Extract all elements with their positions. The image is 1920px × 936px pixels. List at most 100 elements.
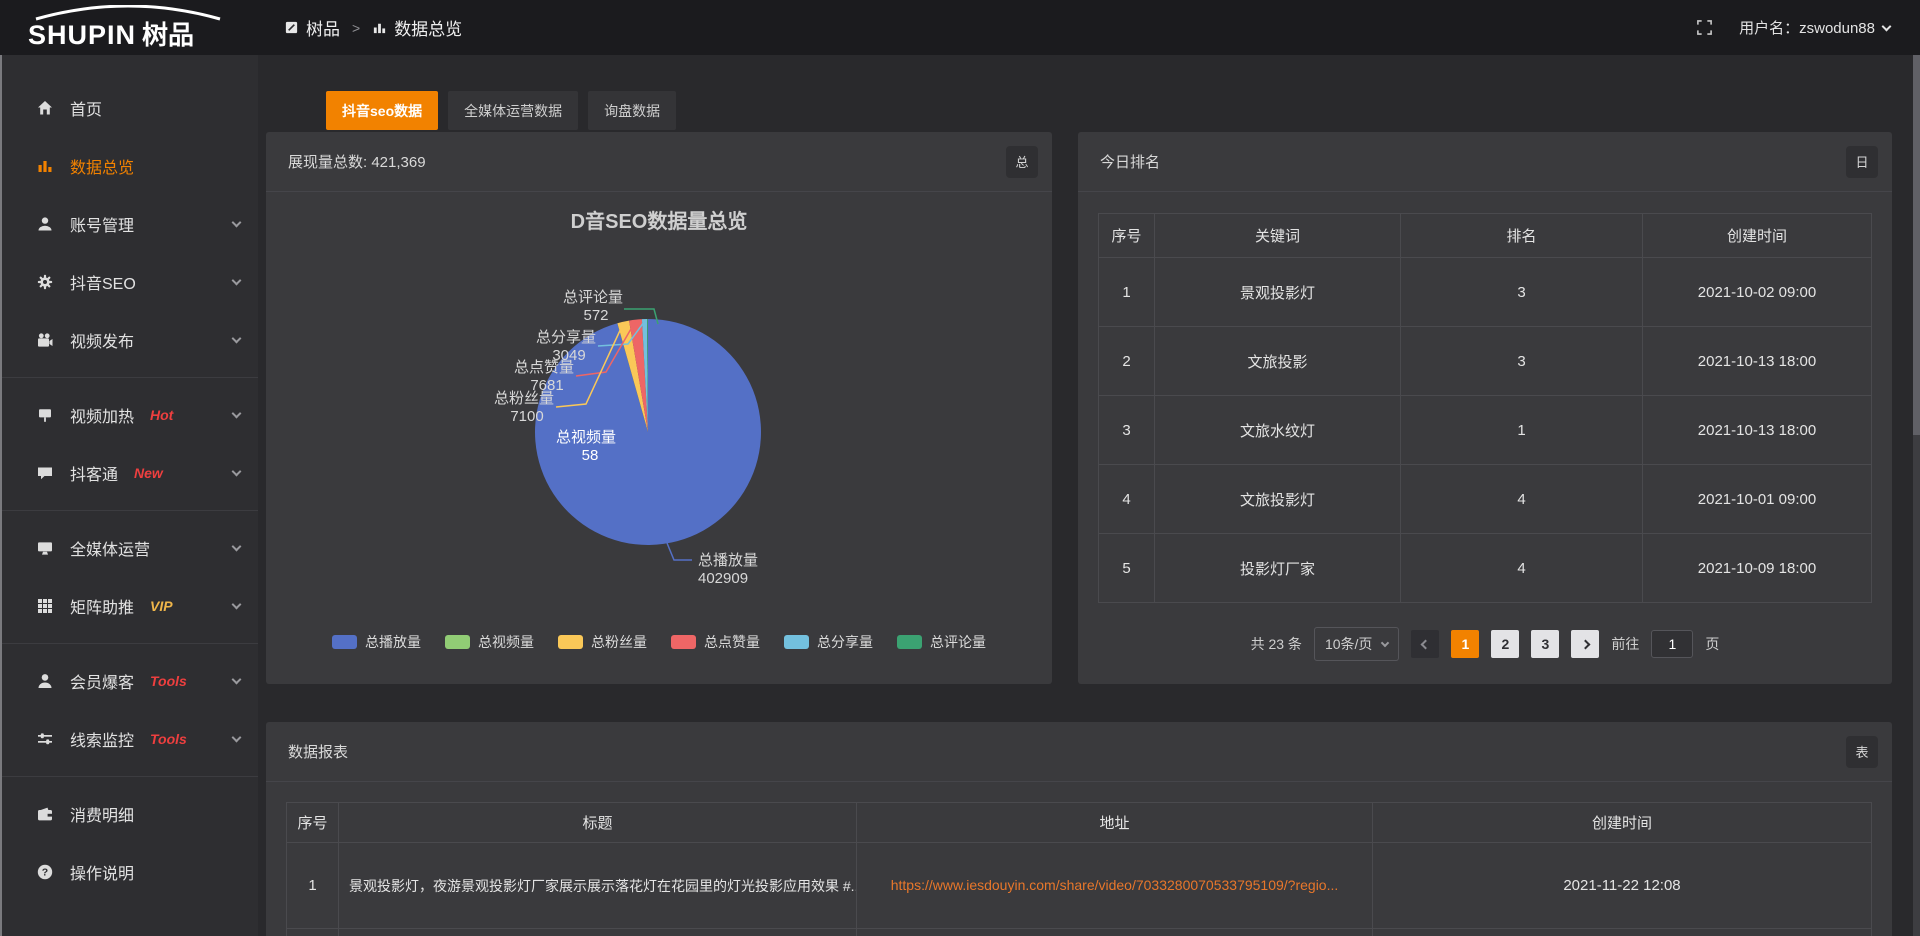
breadcrumb-current[interactable]: 数据总览 xyxy=(372,15,462,40)
pagination: 共 23 条 10条/页 1 2 3 前往 页 xyxy=(1078,627,1892,661)
table-view-badge[interactable]: 表 xyxy=(1846,736,1878,768)
total-count-label: 共 23 条 xyxy=(1251,634,1302,654)
pie-label-comments-name: 总评论量 xyxy=(563,289,623,306)
leader-line-play xyxy=(667,543,692,560)
new-badge: New xyxy=(134,465,163,481)
sidebar-divider xyxy=(2,510,258,511)
legend-item-video[interactable]: 总视频量 xyxy=(445,632,534,652)
page-button-2[interactable]: 2 xyxy=(1491,630,1519,658)
overview-panel-header: 展现量总数: 421,369 总 xyxy=(266,132,1052,192)
page-button-1[interactable]: 1 xyxy=(1451,630,1479,658)
tab-inquiry-data[interactable]: 询盘数据 xyxy=(588,91,676,130)
sidebar-item-member-explode[interactable]: 会员爆客 Tools xyxy=(2,652,258,710)
username-label: 用户名：zswodun88 xyxy=(1739,17,1875,38)
table-row xyxy=(287,929,1872,936)
sidebar-item-video-publish[interactable]: 视频发布 xyxy=(2,311,258,369)
prev-page-button[interactable] xyxy=(1411,630,1439,658)
bar-chart-icon xyxy=(36,157,54,175)
fullscreen-icon[interactable] xyxy=(1696,19,1713,36)
report-panel-header: 数据报表 表 xyxy=(266,722,1892,782)
page-button-3[interactable]: 3 xyxy=(1531,630,1559,658)
breadcrumb-separator: > xyxy=(352,20,360,36)
sliders-icon xyxy=(36,730,54,748)
sidebar-divider xyxy=(2,643,258,644)
report-row-link[interactable]: https://www.iesdouyin.com/share/video/70… xyxy=(891,877,1339,893)
sidebar-item-douyin-seo[interactable]: 抖音SEO xyxy=(2,253,258,311)
pie-label-video-value: 58 xyxy=(582,447,599,464)
seo-pie-chart: D音SEO数据量总览 总评论量 572 总分享量 3049 xyxy=(266,192,1052,612)
legend-item-shares[interactable]: 总分享量 xyxy=(784,632,873,652)
app-square-icon xyxy=(284,20,299,35)
legend-item-play[interactable]: 总播放量 xyxy=(332,632,421,652)
legend-item-comments[interactable]: 总评论量 xyxy=(897,632,986,652)
sidebar-item-lead-monitor[interactable]: 线索监控 Tools xyxy=(2,710,258,768)
app-logo[interactable]: SHUPIN树品 xyxy=(0,3,258,52)
goto-page-input[interactable] xyxy=(1651,630,1693,658)
pie-label-fans-value: 7100 xyxy=(510,408,543,425)
chevron-down-icon xyxy=(232,409,242,419)
gear-icon xyxy=(36,273,54,291)
daily-view-badge[interactable]: 日 xyxy=(1846,146,1878,178)
scrollbar[interactable] xyxy=(1913,55,1920,936)
legend-item-likes[interactable]: 总点赞量 xyxy=(671,632,760,652)
chevron-left-icon xyxy=(1420,639,1430,649)
sidebar-item-douketong[interactable]: 抖客通 New xyxy=(2,444,258,502)
goto-label: 前往 xyxy=(1611,634,1639,654)
topbar: SHUPIN树品 树品 > 数据总览 用户名：zswodun88 xyxy=(0,0,1920,55)
next-page-button[interactable] xyxy=(1571,630,1599,658)
scrollbar-thumb[interactable] xyxy=(1913,55,1920,435)
tab-media-operation-data[interactable]: 全媒体运营数据 xyxy=(448,91,578,130)
sidebar-item-help[interactable]: ? 操作说明 xyxy=(2,843,258,901)
hot-badge: Hot xyxy=(150,407,173,423)
chevron-down-icon xyxy=(232,276,242,286)
sidebar: 首页 数据总览 账号管理 抖音SEO 视频发布 视频加热 Hot 抖客通 New… xyxy=(0,55,258,936)
report-title: 数据报表 xyxy=(288,741,348,762)
pie-label-play-value: 402909 xyxy=(698,570,748,587)
user-menu[interactable]: 用户名：zswodun88 xyxy=(1739,17,1890,38)
table-row: 1 景观投影灯 3 2021-10-02 09:00 xyxy=(1099,258,1872,327)
sidebar-item-media-operation[interactable]: 全媒体运营 xyxy=(2,519,258,577)
bar-chart-icon xyxy=(372,20,387,35)
table-header-row: 序号 标题 地址 创建时间 xyxy=(287,803,1872,843)
goto-unit-label: 页 xyxy=(1705,634,1719,654)
svg-text:?: ? xyxy=(42,867,48,879)
chevron-down-icon xyxy=(1882,21,1892,31)
wallet-icon xyxy=(36,805,54,823)
sidebar-divider xyxy=(2,776,258,777)
impressions-total-label: 展现量总数: 421,369 xyxy=(288,151,426,172)
pie-label-fans-name: 总粉丝量 xyxy=(494,390,554,407)
tools-badge: Tools xyxy=(150,731,187,747)
ranking-panel: 今日排名 日 序号 关键词 排名 创建时间 1 景观投影灯 3 2021-10-… xyxy=(1078,132,1892,684)
chevron-down-icon xyxy=(232,467,242,477)
page-size-select[interactable]: 10条/页 xyxy=(1314,627,1399,661)
ranking-title: 今日排名 xyxy=(1100,151,1160,172)
chevron-down-icon xyxy=(232,675,242,685)
sidebar-item-account[interactable]: 账号管理 xyxy=(2,195,258,253)
table-header-row: 序号 关键词 排名 创建时间 xyxy=(1099,214,1872,258)
chat-bubble-icon xyxy=(36,464,54,482)
logo-cjk: 树品 xyxy=(142,20,194,50)
chevron-down-icon xyxy=(1381,638,1389,646)
pie-label-likes-name: 总点赞量 xyxy=(514,359,574,376)
grid-icon xyxy=(36,597,54,615)
sidebar-item-matrix-boost[interactable]: 矩阵助推 VIP xyxy=(2,577,258,635)
sidebar-item-consumption[interactable]: 消费明细 xyxy=(2,785,258,843)
data-tabs: 抖音seo数据 全媒体运营数据 询盘数据 xyxy=(326,91,1920,130)
pie-label-play-name: 总播放量 xyxy=(698,552,758,569)
legend-item-fans[interactable]: 总粉丝量 xyxy=(558,632,647,652)
table-row: 3 文旅水纹灯 1 2021-10-13 18:00 xyxy=(1099,396,1872,465)
home-icon xyxy=(36,99,54,117)
legend-swatch xyxy=(445,635,470,649)
sidebar-item-data-overview[interactable]: 数据总览 xyxy=(2,137,258,195)
logo-text: SHUPIN xyxy=(28,20,136,50)
sidebar-item-home[interactable]: 首页 xyxy=(2,79,258,137)
breadcrumb: 树品 > 数据总览 xyxy=(284,15,462,40)
total-view-badge[interactable]: 总 xyxy=(1006,146,1038,178)
screen-stand-icon xyxy=(36,406,54,424)
tab-douyin-seo-data[interactable]: 抖音seo数据 xyxy=(326,91,438,130)
table-row: 1 景观投影灯，夜游景观投影灯厂家展示展示落花灯在花园里的灯光投影应用效果 #.… xyxy=(287,843,1872,929)
pie-label-video-name: 总视频量 xyxy=(556,429,616,446)
sidebar-item-video-heat[interactable]: 视频加热 Hot xyxy=(2,386,258,444)
breadcrumb-root[interactable]: 树品 xyxy=(284,15,340,40)
vip-badge: VIP xyxy=(150,598,173,614)
